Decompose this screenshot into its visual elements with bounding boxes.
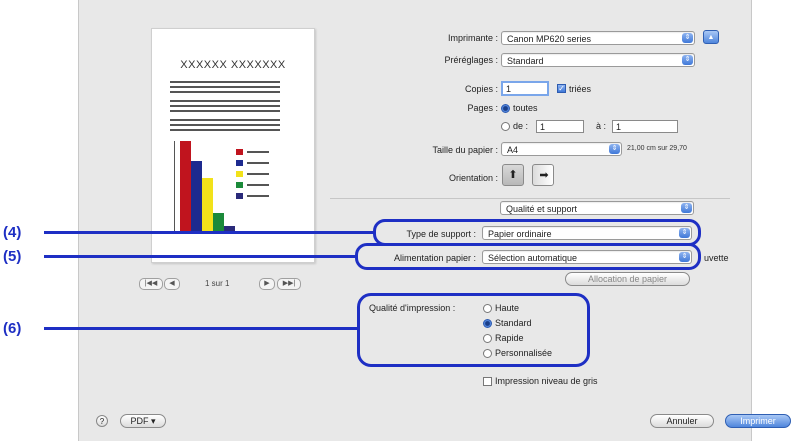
preview-text-line <box>170 124 280 126</box>
pages-label: Pages : <box>467 103 498 113</box>
legend-swatch <box>236 171 243 177</box>
callout-highlight-paper-source <box>355 243 701 270</box>
paper-size-select[interactable]: A4 ⇕ <box>501 142 622 156</box>
paper-dimensions: 21,00 cm sur 29,70 <box>627 145 687 152</box>
callout-line-6 <box>44 327 358 330</box>
printer-value: Canon MP620 series <box>507 34 592 44</box>
print-preview: XXXXXX XXXXXXX <box>151 28 315 263</box>
legend-text <box>247 162 269 164</box>
collated-label: triées <box>569 84 592 94</box>
pages-from-label: de : <box>513 121 529 131</box>
presets-label: Préréglages : <box>444 55 498 65</box>
preview-chart-bar <box>202 178 213 233</box>
chevron-updown-icon: ⇕ <box>682 55 693 65</box>
preview-chart-bar <box>180 141 191 233</box>
legend-swatch <box>236 160 243 166</box>
divider <box>330 198 730 199</box>
preview-chart-bar <box>191 161 202 233</box>
paper-size-label: Taille du papier : <box>432 145 498 155</box>
legend-text <box>247 173 269 175</box>
pages-all-radio[interactable] <box>501 104 510 113</box>
panel-select[interactable]: Qualité et support ⇕ <box>500 201 694 215</box>
pages-range-radio[interactable] <box>501 122 510 131</box>
callout-label-6: (6) <box>3 320 22 337</box>
legend-swatch <box>236 182 243 188</box>
presets-value: Standard <box>507 56 544 66</box>
pages-to-input[interactable]: 1 <box>612 120 678 133</box>
pages-from-input[interactable]: 1 <box>536 120 584 133</box>
preview-text-line <box>170 100 280 102</box>
callout-line-5 <box>44 255 356 258</box>
grayscale-checkbox[interactable] <box>483 377 492 386</box>
copies-input[interactable]: 1 <box>501 81 549 96</box>
collated-checkbox[interactable]: ✓ <box>557 84 566 93</box>
grayscale-label: Impression niveau de gris <box>495 376 598 386</box>
legend-text <box>247 195 269 197</box>
panel-value: Qualité et support <box>506 204 578 214</box>
callout-label-4: (4) <box>3 224 22 241</box>
preview-text-line <box>170 86 280 88</box>
legend-swatch <box>236 149 243 155</box>
printer-select[interactable]: Canon MP620 series ⇕ <box>501 31 695 45</box>
first-page-button[interactable]: |◀◀ <box>139 278 163 290</box>
preview-chart-bar <box>213 213 224 233</box>
preview-chart-axis <box>174 141 175 233</box>
presets-select[interactable]: Standard ⇕ <box>501 53 695 67</box>
paper-allocation-button[interactable]: Allocation de papier <box>565 272 690 286</box>
paper-size-value: A4 <box>507 145 519 155</box>
paper-source-trailing-text: uvette <box>704 253 729 263</box>
pages-all-label: toutes <box>513 103 538 113</box>
preview-text-line <box>170 129 280 131</box>
legend-text <box>247 184 269 186</box>
portrait-icon[interactable]: ⬆ <box>502 164 524 186</box>
copies-label: Copies : <box>464 84 498 94</box>
callout-label-5: (5) <box>3 248 22 265</box>
pages-to-label: à : <box>596 121 607 131</box>
help-icon[interactable]: ? <box>96 415 108 427</box>
print-button[interactable]: Imprimer <box>725 414 791 428</box>
landscape-icon[interactable]: ⬆ <box>532 164 554 186</box>
last-page-button[interactable]: ▶▶| <box>277 278 301 290</box>
chevron-updown-icon: ⇕ <box>682 33 693 43</box>
printer-label: Imprimante : <box>447 33 498 43</box>
next-page-button[interactable]: ▶ <box>259 278 275 290</box>
callout-highlight-print-quality <box>357 293 590 367</box>
preview-text-line <box>170 91 280 93</box>
callout-highlight-media-type <box>373 219 701 246</box>
collapse-details-button[interactable]: ▲ <box>703 30 719 44</box>
preview-title: XXXXXX XXXXXXX <box>180 59 286 71</box>
prev-page-button[interactable]: ◀ <box>164 278 180 290</box>
preview-text-line <box>170 119 280 121</box>
preview-text-line <box>170 110 280 112</box>
orientation-label: Orientation : <box>448 173 498 183</box>
pdf-menu-button[interactable]: PDF ▾ <box>120 414 166 428</box>
legend-text <box>247 151 269 153</box>
cancel-button[interactable]: Annuler <box>650 414 714 428</box>
preview-text-line <box>170 105 280 107</box>
page-indicator: 1 sur 1 <box>205 279 230 288</box>
callout-line-4 <box>44 231 374 234</box>
chevron-updown-icon: ⇕ <box>609 144 620 154</box>
legend-swatch <box>236 193 243 199</box>
preview-text-line <box>170 81 280 83</box>
chevron-updown-icon: ⇕ <box>681 203 692 213</box>
